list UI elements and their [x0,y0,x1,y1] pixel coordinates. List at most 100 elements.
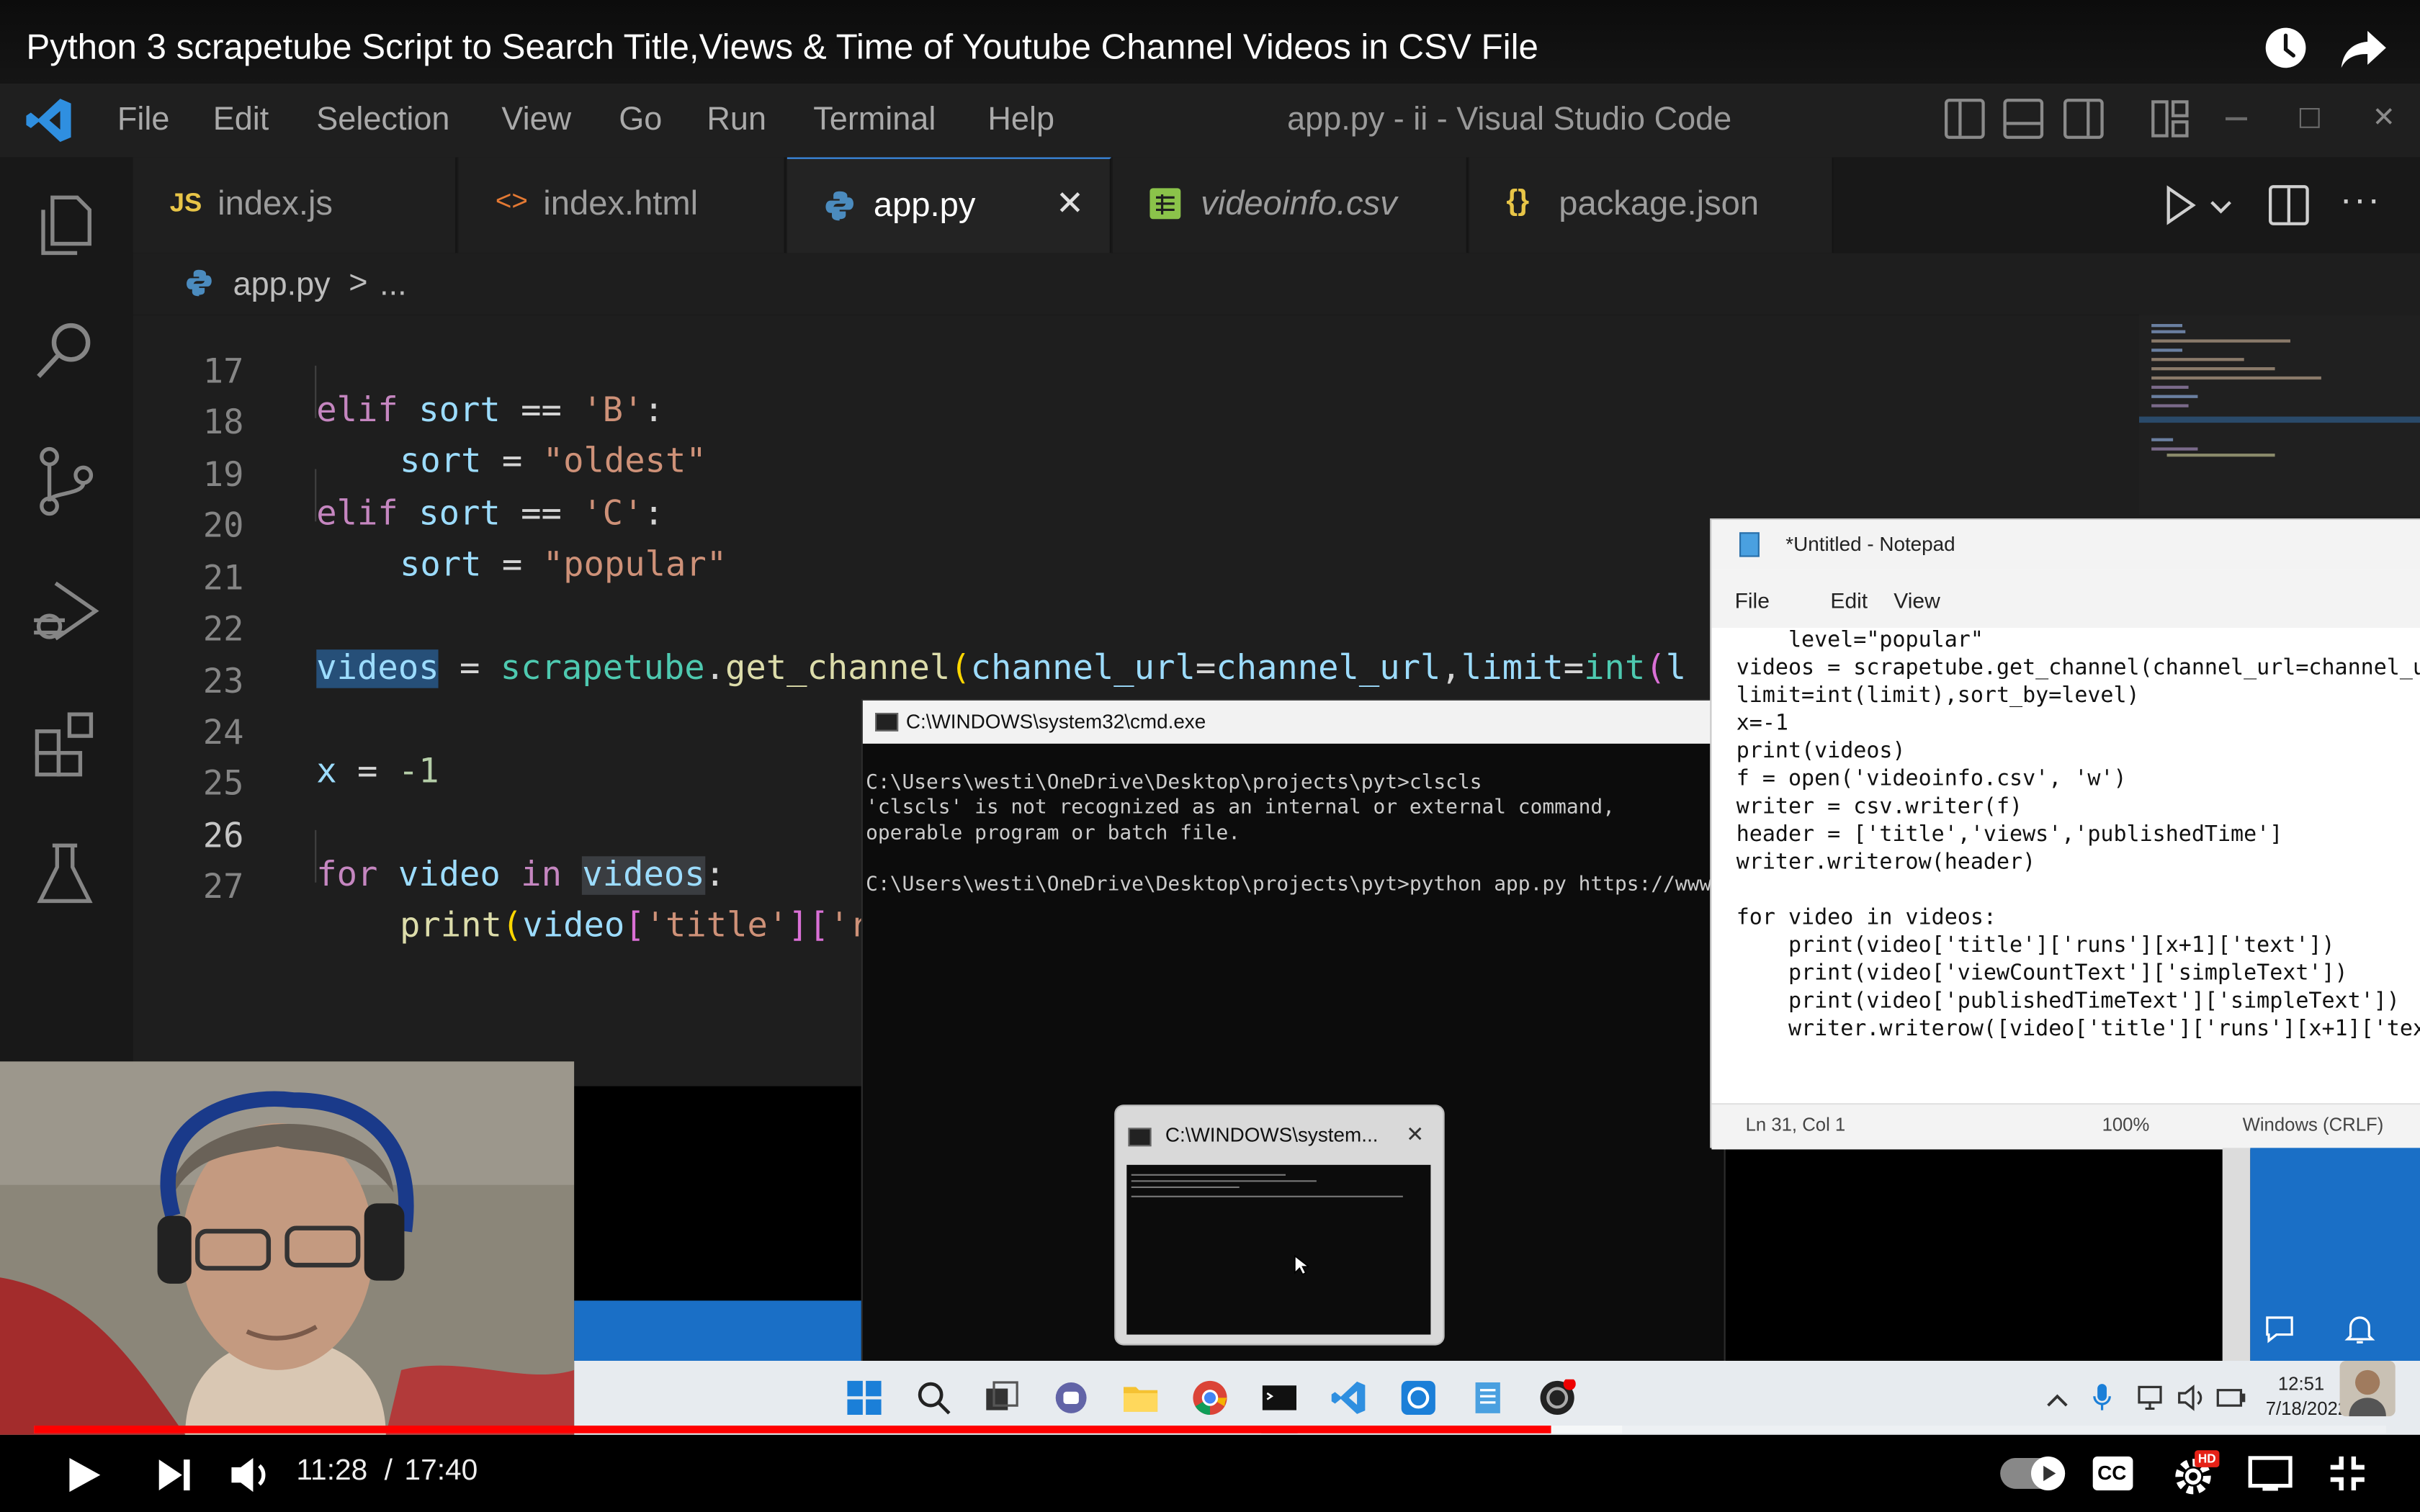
progress-bar[interactable] [34,1425,2386,1434]
notepad-text-area[interactable]: level="popular" videos = scrapetube.get_… [1711,628,2420,1103]
menu-edit[interactable]: Edit [213,102,269,138]
volume-button[interactable] [228,1455,272,1495]
watch-later-icon[interactable] [2262,24,2308,71]
run-python-icon[interactable] [2164,185,2197,225]
exit-fullscreen-button[interactable] [2327,1454,2367,1494]
cmd-line: C:\Users\westi\OneDrive\Desktop\projects… [866,873,1772,896]
notepad-menu-view[interactable]: View [1894,588,1940,612]
next-button[interactable] [154,1455,194,1495]
restore-icon[interactable] [2299,108,2320,128]
chrome-icon[interactable] [1191,1380,1228,1416]
customize-layout-icon[interactable] [2150,99,2190,139]
cmd-title: C:\WINDOWS\system32\cmd.exe [905,709,1206,733]
notepad-menu-file[interactable]: File [1735,588,1770,612]
toggle-sidebar-icon[interactable] [1945,99,1985,139]
notepad-menubar: File Edit View [1711,569,2420,629]
notepad-window[interactable]: *Untitled - Notepad File Edit View level… [1710,518,2420,1150]
minimize-icon[interactable] [2226,117,2247,121]
menu-file[interactable]: File [117,102,170,138]
cmd-titlebar[interactable]: C:\WINDOWS\system32\cmd.exe [862,700,1727,744]
javascript-file-icon: JS [169,188,202,218]
tab-app-py[interactable]: app.py ✕ [786,157,1111,253]
extensions-icon[interactable] [28,706,102,780]
code-line: 25 [202,765,244,804]
teams-chat-icon[interactable] [1052,1380,1089,1416]
notifications-bell-icon[interactable] [2343,1311,2377,1345]
battery-icon[interactable] [2216,1387,2247,1408]
close-preview-icon[interactable]: ✕ [1406,1122,1424,1148]
taskbar-preview[interactable]: C:\WINDOWS\system... ✕ [1114,1104,1445,1346]
search-icon[interactable] [28,315,102,389]
chevron-up-icon[interactable] [2046,1389,2068,1407]
file-explorer-icon[interactable] [1122,1380,1159,1416]
cmd-taskbar-icon[interactable] [1261,1380,1298,1416]
app-settings-icon[interactable] [1400,1380,1437,1416]
explorer-icon[interactable] [28,188,102,262]
clock-time[interactable]: 12:51 [2278,1373,2324,1395]
settings-gear-icon[interactable]: HD [2173,1450,2220,1497]
menu-go[interactable]: Go [619,102,662,138]
code-line: 17 elif sort == 'B': [202,353,664,431]
split-editor-icon[interactable] [2269,185,2309,225]
microphone-icon[interactable] [2092,1382,2113,1413]
clock-date[interactable]: 7/18/2022 [2266,1398,2348,1419]
mouse-cursor-icon [1294,1254,1311,1276]
zoom-level: 100% [2102,1114,2150,1136]
html-file-icon: <> [495,185,528,216]
search-icon[interactable] [915,1380,952,1416]
cursor-position: Ln 31, Col 1 [1745,1114,1846,1136]
tab-videoinfo-csv[interactable]: videoinfo.csv [1113,157,1468,253]
testing-icon[interactable] [28,836,102,910]
desktop-background [574,1300,861,1363]
vscode-taskbar-icon[interactable] [1330,1380,1367,1416]
window-title: app.py - ii - Visual Studio Code [1287,102,1732,138]
feedback-icon[interactable] [2262,1311,2296,1345]
network-icon[interactable] [2136,1384,2167,1412]
start-icon[interactable] [846,1380,882,1416]
menu-help[interactable]: Help [987,102,1054,138]
menu-run[interactable]: Run [707,102,766,138]
notepad-statusbar: Ln 31, Col 1 100% Windows (CRLF) [1711,1103,2420,1150]
preview-thumbnail[interactable] [1126,1164,1431,1335]
notepad-taskbar-icon[interactable] [1469,1380,1506,1416]
tab-label: index.html [543,183,699,222]
miniplayer-button[interactable] [2247,1455,2293,1492]
menu-terminal[interactable]: Terminal [813,102,936,138]
code-line: 21 [202,559,244,599]
tab-package-json[interactable]: {} package.json [1469,157,1834,253]
minimap[interactable] [2139,315,2420,516]
captions-button[interactable]: CC [2092,1456,2133,1490]
tab-label: package.json [1559,183,1760,222]
vscode-menubar: File Edit Selection View Go Run Terminal… [0,83,2420,158]
notepad-menu-edit[interactable]: Edit [1830,588,1868,612]
progress-played [34,1425,1551,1434]
tab-index-html[interactable]: <> index.html [458,157,786,253]
menu-view[interactable]: View [501,102,571,138]
close-window-icon[interactable]: ✕ [2372,102,2396,134]
python-file-icon [185,269,213,297]
more-actions-icon[interactable]: ··· [2340,179,2382,222]
volume-icon[interactable] [2176,1384,2207,1412]
task-view-icon[interactable] [983,1380,1020,1416]
video-title[interactable]: Python 3 scrapetube Script to Search Tit… [26,26,1538,68]
autoplay-toggle[interactable] [2000,1456,2066,1490]
play-button[interactable] [62,1454,105,1497]
notepad-titlebar[interactable]: *Untitled - Notepad [1711,520,2420,570]
breadcrumb-more[interactable]: ... [380,267,407,304]
close-tab-icon[interactable]: ✕ [1056,184,1085,224]
tab-index-js[interactable]: JS index.js [133,157,457,253]
cmd-line: operable program or batch file. [866,822,1241,846]
menu-selection[interactable]: Selection [316,102,449,138]
time-current: 11:28 [296,1454,368,1488]
obs-recording-icon[interactable] [1538,1377,1576,1416]
source-control-icon[interactable] [28,444,102,518]
breadcrumb-file[interactable]: app.py [233,267,331,304]
share-icon[interactable] [2340,28,2390,71]
run-debug-icon[interactable] [28,574,102,648]
windows-taskbar: 12:51 7/18/2022 [574,1361,2420,1435]
chevron-down-icon[interactable] [2210,194,2232,214]
desktop-background [2250,1148,2420,1363]
toggle-panel-icon[interactable] [2003,99,2044,139]
avatar [2339,1361,2396,1417]
toggle-secondary-sidebar-icon[interactable] [2063,99,2104,139]
